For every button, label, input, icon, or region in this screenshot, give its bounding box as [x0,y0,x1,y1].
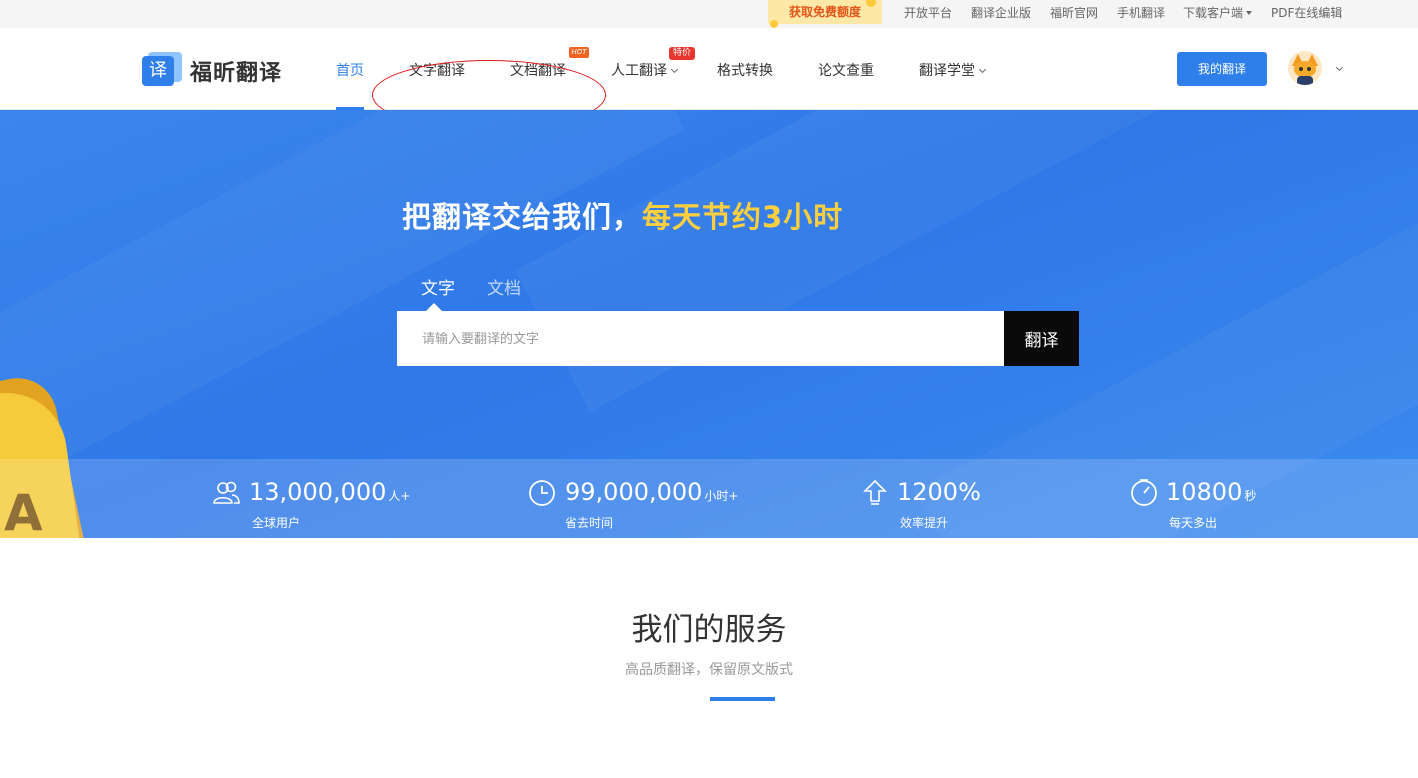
stat-efficiency-label: 效率提升 [900,516,949,530]
toplink-enterprise[interactable]: 翻译企业版 [971,4,1031,21]
hero-title: 把翻译交给我们，每天节约3小时 [402,194,843,236]
logo-glyph: 译 [142,56,174,86]
toplink-mobile[interactable]: 手机翻译 [1117,4,1165,21]
sparkle-icon [866,0,876,7]
toplink-download-label: 下载客户端 [1183,6,1244,20]
avatar-face [1294,61,1316,77]
nav-translation-academy[interactable]: 翻译学堂 [919,60,987,80]
tab-document[interactable]: 文档 [487,274,521,299]
stat-extra-value: 10800 秒 [1166,478,1256,506]
nav-human-translation[interactable]: 人工翻译 [611,60,679,80]
users-icon [213,481,240,504]
promo-label: 获取免费额度 [788,5,861,19]
chevron-down-icon [1246,11,1253,15]
chevron-down-icon[interactable] [1335,63,1344,72]
toplink-open-platform[interactable]: 开放平台 [904,4,952,21]
stopwatch-icon [1131,479,1157,506]
services-subtitle: 高品质翻译，保留原文版式 [625,662,793,678]
stat-extra-number: 10800 [1166,478,1243,506]
avatar[interactable] [1288,51,1322,85]
nav-home[interactable]: 首页 [336,60,364,80]
stat-users-unit: 人+ [388,489,411,503]
main-header: 译 福昕翻译 首页 文字翻译 文档翻译 HOT 人工翻译 特价 格式转换 论文查… [0,28,1418,130]
avatar-eye [1307,67,1311,71]
logo-icon[interactable]: 译 [142,52,182,86]
nav-plagiarism-check[interactable]: 论文查重 [818,60,874,80]
avatar-eye [1299,67,1303,71]
nav-translation-academy-label: 翻译学堂 [919,63,975,79]
hero-title-highlight: 每天节约3小时 [642,200,844,234]
stat-extra-unit: 秒 [1244,489,1257,503]
stat-time-unit: 小时+ [704,489,739,503]
services-title: 我们的服务 [631,612,787,648]
hot-badge: HOT [569,47,589,58]
sale-badge: 特价 [669,47,695,60]
chevron-down-icon [670,65,679,74]
free-quota-promo[interactable]: 获取免费额度 [768,0,882,28]
active-tab-pointer [426,303,442,311]
stat-efficiency-value: 1200% [897,478,983,506]
my-translation-button[interactable]: 我的翻译 [1177,52,1267,86]
hero-section: 把翻译交给我们，每天节约3小时 文字 文档 翻译 A 13,000,000人+ … [0,110,1418,538]
stats-bar: 13,000,000 人+ 全球用户 99,000,000 小时+ 省去时间 120… [0,459,1418,538]
avatar-body [1297,76,1313,85]
stat-extra-label: 每天多出 [1169,516,1218,530]
nav-text-translation[interactable]: 文字翻译 [409,60,465,80]
stat-time-number: 99,000,000 [565,478,703,506]
clock-icon [529,480,555,506]
stat-users-number: 13,000,000 [249,478,387,506]
stat-users-label: 全球用户 [252,516,301,530]
logo-text[interactable]: 福昕翻译 [190,55,282,87]
toplink-download-client[interactable]: 下载客户端 [1183,4,1253,21]
top-bar: 获取免费额度 开放平台 翻译企业版 福昕官网 手机翻译 下载客户端 PDF在线编… [0,0,1418,28]
stat-time-value: 99,000,000 小时+ [565,478,738,506]
toplink-pdf-editor[interactable]: PDF在线编辑 [1271,4,1342,21]
tab-text[interactable]: 文字 [421,274,455,299]
arrow-up-icon [863,479,887,505]
stat-users-value: 13,000,000 人+ [249,478,410,506]
translate-input[interactable] [397,311,1004,366]
nav-document-translation[interactable]: 文档翻译 [510,60,566,80]
translate-button[interactable]: 翻译 [1004,311,1079,366]
toplink-official-site[interactable]: 福昕官网 [1050,4,1098,21]
sparkle-icon [770,20,778,28]
nav-human-translation-label: 人工翻译 [611,63,667,79]
services-divider [710,697,775,701]
hero-title-main: 把翻译交给我们， [402,200,643,234]
chevron-down-icon [978,65,987,74]
nav-format-conversion[interactable]: 格式转换 [717,60,773,80]
stat-time-label: 省去时间 [565,516,614,530]
stat-efficiency-number: 1200% [897,478,981,506]
